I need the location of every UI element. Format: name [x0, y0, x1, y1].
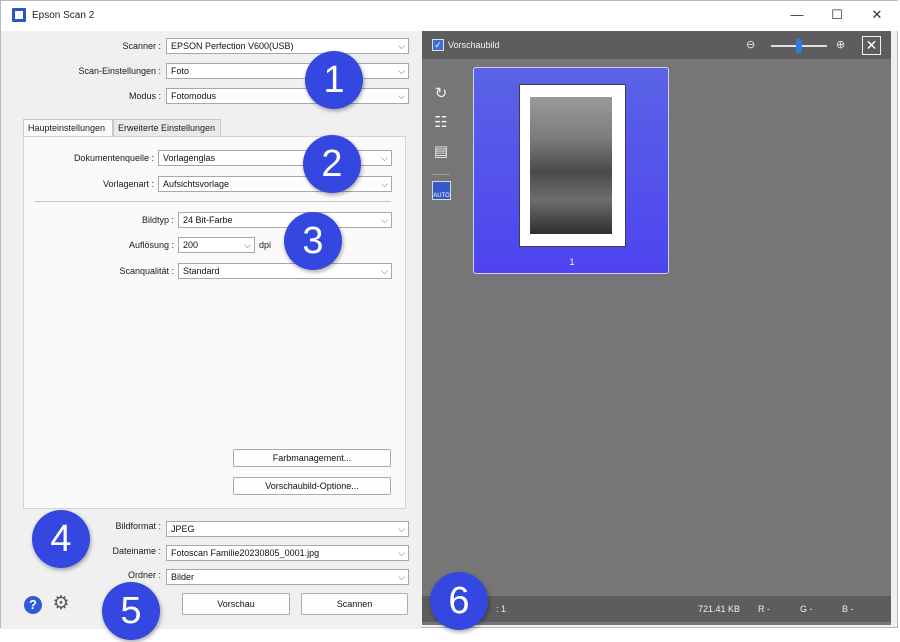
thumbnail-number: 1 [569, 257, 575, 267]
preview-toolbar: ✓ Vorschaubild ⊖ ⊕ ✕ [422, 31, 891, 59]
chevron-down-icon: ⌵ [398, 91, 405, 101]
resolution-value: 200 [183, 240, 199, 250]
scanned-page [519, 84, 626, 247]
doc-source-value: Vorlagenglas [163, 153, 216, 163]
chevron-down-icon: ⌵ [244, 240, 251, 250]
mode-label: Modus : [128, 91, 161, 101]
status-blue: B - [842, 604, 854, 614]
clipboard-icon[interactable]: ▤ [430, 141, 452, 163]
close-preview-button[interactable]: ✕ [862, 36, 881, 55]
chevron-down-icon: ⌵ [398, 66, 405, 76]
doc-source-label: Dokumentenquelle : [73, 153, 154, 163]
scanner-select[interactable]: EPSON Perfection V600(USB) ⌵ [166, 38, 409, 54]
scan-quality-value: Standard [183, 266, 220, 276]
minimize-button[interactable]: — [783, 4, 811, 26]
section-divider [35, 201, 391, 202]
toolbar-divider [432, 174, 450, 175]
chevron-down-icon: ⌵ [398, 41, 405, 51]
callout-2: 2 [303, 135, 361, 193]
chevron-down-icon: ⌵ [381, 215, 388, 225]
scan-quality-label: Scanqualität : [119, 266, 174, 276]
callout-1: 1 [305, 51, 363, 109]
image-type-select[interactable]: 24 Bit-Farbe ⌵ [178, 212, 392, 228]
thumbnail-checkbox[interactable]: ✓ [432, 39, 444, 51]
folder-select[interactable]: Bilder ⌵ [166, 569, 409, 585]
chevron-down-icon: ⌵ [398, 572, 405, 582]
window-title: Epson Scan 2 [32, 10, 95, 21]
close-window-button[interactable]: ✕ [863, 4, 891, 26]
filename-select[interactable]: Fotoscan Familie20230805_0001.jpg ⌵ [166, 545, 409, 561]
preview-button[interactable]: Vorschau [182, 593, 290, 615]
status-file-size: 721.41 KB [698, 604, 741, 614]
filename-value: Fotoscan Familie20230805_0001.jpg [171, 548, 320, 558]
image-type-value: 24 Bit-Farbe [183, 215, 233, 225]
zoom-slider-thumb[interactable] [796, 39, 802, 53]
scan-button[interactable]: Scannen [301, 593, 408, 615]
maximize-button[interactable]: ☐ [823, 4, 851, 26]
folder-value: Bilder [171, 572, 195, 582]
image-type-label: Bildtyp : [141, 215, 174, 225]
resolution-label: Auflösung : [128, 240, 174, 250]
app-icon [12, 8, 26, 22]
callout-3: 3 [284, 212, 342, 270]
scanner-label: Scanner : [122, 41, 161, 51]
scan-settings-value: Foto [171, 66, 190, 76]
doc-type-value: Aufsichtsvorlage [163, 179, 230, 189]
scanned-photo [530, 97, 612, 234]
gear-icon[interactable]: ⚙ [52, 594, 70, 613]
status-red: R - [758, 604, 770, 614]
doc-type-label: Vorlagenart : [102, 179, 154, 189]
status-bar: : 1 721.41 KB R - G - B - [422, 596, 891, 622]
image-format-value: JPEG [171, 524, 195, 534]
folder-label: Ordner : [127, 570, 161, 580]
chevron-down-icon: ⌵ [381, 153, 388, 163]
tab-advanced-settings[interactable]: Erweiterte Einstellungen [113, 119, 221, 137]
title-bar: Epson Scan 2 — ☐ ✕ [1, 1, 899, 31]
thumbnail-card[interactable]: 1 [473, 67, 669, 274]
resolution-unit: dpi [259, 240, 272, 250]
rotate-icon[interactable]: ↻ [430, 83, 452, 105]
color-management-button[interactable]: Farbmanagement... [233, 449, 391, 467]
mode-value: Fotomodus [171, 91, 217, 101]
scanner-value: EPSON Perfection V600(USB) [171, 41, 294, 51]
callout-4: 4 [32, 510, 90, 568]
mode-select[interactable]: Fotomodus ⌵ [166, 88, 409, 104]
help-icon[interactable]: ? [24, 596, 42, 614]
preview-panel: ✓ Vorschaubild ⊖ ⊕ ✕ ↻ ☷ ▤ AUTO 1 : 1 72… [422, 31, 891, 625]
chevron-down-icon: ⌵ [398, 548, 405, 558]
image-format-select[interactable]: JPEG ⌵ [166, 521, 409, 537]
thumbnail-checkbox-label: Vorschaubild [448, 40, 500, 50]
status-green: G - [800, 604, 813, 614]
chevron-down-icon: ⌵ [398, 524, 405, 534]
auto-detect-icon[interactable]: AUTO [432, 181, 451, 200]
zoom-out-icon[interactable]: ⊖ [746, 38, 755, 51]
callout-6: 6 [430, 572, 488, 630]
scan-quality-select[interactable]: Standard ⌵ [178, 263, 392, 279]
chevron-down-icon: ⌵ [381, 179, 388, 189]
auto-label: AUTO [433, 193, 450, 199]
scan-settings-label: Scan-Einstellungen : [78, 66, 161, 76]
adjust-image-icon[interactable]: ☷ [430, 112, 452, 134]
callout-5: 5 [102, 582, 160, 640]
chevron-down-icon: ⌵ [381, 266, 388, 276]
zoom-in-icon[interactable]: ⊕ [836, 38, 845, 51]
scan-settings-select[interactable]: Foto ⌵ [166, 63, 409, 79]
epson-scan-window: Epson Scan 2 — ☐ ✕ Scanner : EPSON Perfe… [0, 0, 899, 629]
resolution-select[interactable]: 200 ⌵ [178, 237, 255, 253]
status-count: : 1 [496, 604, 507, 614]
preview-options-button[interactable]: Vorschaubild-Optione... [233, 477, 391, 495]
